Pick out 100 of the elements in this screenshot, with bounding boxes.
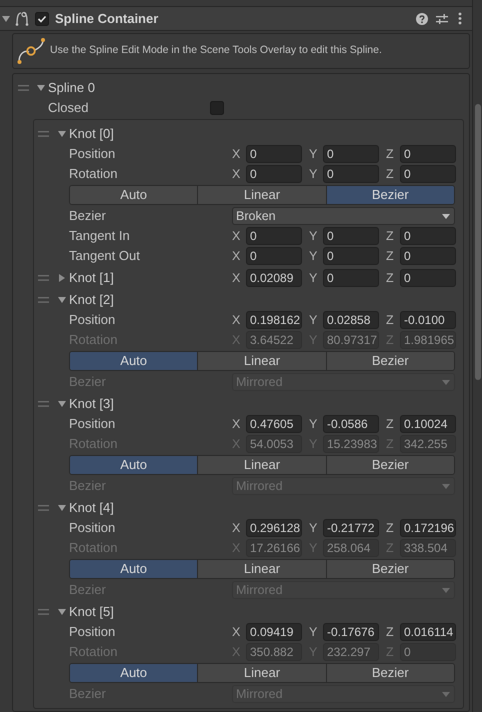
segment-button[interactable]: Bezier bbox=[326, 352, 454, 370]
number-field[interactable]: 0 bbox=[246, 165, 302, 183]
field-label: Position bbox=[69, 311, 116, 330]
axis-label: X bbox=[232, 166, 242, 183]
axis-label: Y bbox=[309, 166, 318, 183]
spline-label[interactable]: Spline 0 bbox=[48, 78, 95, 98]
number-field[interactable]: 0 bbox=[400, 145, 456, 163]
drag-handle-icon[interactable] bbox=[38, 609, 49, 615]
axis-label: X bbox=[232, 416, 242, 433]
number-field[interactable]: 0 bbox=[323, 247, 379, 265]
checkbox[interactable] bbox=[210, 100, 224, 114]
caret-icon bbox=[442, 588, 450, 592]
settings-icon[interactable] bbox=[436, 12, 448, 24]
foldout-icon[interactable] bbox=[58, 130, 66, 138]
number-field[interactable]: 0 bbox=[246, 227, 302, 245]
foldout-icon[interactable] bbox=[58, 400, 66, 408]
number-field[interactable]: 0.016114 bbox=[400, 623, 456, 641]
dropdown[interactable]: Broken bbox=[232, 207, 455, 225]
field-label: Position bbox=[69, 623, 116, 642]
number-field[interactable]: 0 bbox=[400, 165, 456, 183]
foldout-icon[interactable] bbox=[2, 14, 10, 22]
foldout-icon[interactable] bbox=[37, 84, 45, 92]
knot-label[interactable]: Knot [0] bbox=[69, 124, 232, 144]
segment-button[interactable]: Auto bbox=[70, 560, 198, 578]
field-label: Tangent In bbox=[69, 227, 131, 246]
foldout-icon[interactable] bbox=[58, 504, 66, 512]
axis-label: X bbox=[232, 228, 242, 245]
field-label: Rotation bbox=[69, 165, 118, 184]
number-field[interactable]: 0 bbox=[246, 145, 302, 163]
knot-label[interactable]: Knot [4] bbox=[69, 498, 232, 518]
drag-handle-icon[interactable] bbox=[38, 505, 49, 511]
axis-label: Y bbox=[309, 248, 318, 265]
number-field[interactable]: 0 bbox=[400, 227, 456, 245]
caret-icon bbox=[442, 380, 450, 384]
axis-label: Y bbox=[309, 146, 318, 163]
segment-button[interactable]: Linear bbox=[197, 664, 326, 682]
segment-button[interactable]: Auto bbox=[70, 664, 198, 682]
field-label: Closed bbox=[48, 98, 90, 117]
component-title: Spline Container bbox=[55, 10, 158, 28]
checkbox[interactable] bbox=[35, 12, 49, 26]
number-field[interactable]: 0 bbox=[323, 145, 379, 163]
scrollbar-thumb[interactable] bbox=[475, 104, 481, 380]
segment-button[interactable]: Bezier bbox=[326, 664, 454, 682]
axis-label: X bbox=[232, 520, 242, 537]
segment-button[interactable]: Linear bbox=[197, 560, 326, 578]
knot-label[interactable]: Knot [3] bbox=[69, 394, 232, 414]
axis-label: X bbox=[232, 146, 242, 163]
field-label: Position bbox=[69, 145, 116, 164]
foldout-icon[interactable] bbox=[58, 296, 66, 304]
number-field[interactable]: 0 bbox=[323, 269, 379, 287]
segment-button[interactable]: Linear bbox=[197, 456, 326, 474]
drag-handle-icon[interactable] bbox=[38, 131, 49, 137]
number-field[interactable]: -0.0100 bbox=[400, 311, 456, 329]
number-field[interactable]: -0.0586 bbox=[323, 415, 379, 433]
number-field[interactable]: 0 bbox=[323, 165, 379, 183]
axis-label: Y bbox=[309, 312, 318, 329]
number-field[interactable]: 0.02089 bbox=[246, 269, 302, 287]
number-field[interactable]: 0 bbox=[400, 247, 456, 265]
drag-handle-icon[interactable] bbox=[38, 401, 49, 407]
axis-label: Z bbox=[386, 520, 395, 537]
drag-handle-icon[interactable] bbox=[18, 85, 29, 91]
axis-label: Y bbox=[309, 228, 318, 245]
segment-button[interactable]: Bezier bbox=[326, 186, 454, 204]
segment-button[interactable]: Linear bbox=[197, 352, 326, 370]
axis-label: Z bbox=[386, 312, 395, 329]
number-field[interactable]: -0.17676 bbox=[323, 623, 379, 641]
axis-label: X bbox=[232, 270, 242, 287]
number-field[interactable]: 0.296128 bbox=[246, 519, 302, 537]
foldout-icon[interactable] bbox=[58, 608, 66, 616]
drag-handle-icon[interactable] bbox=[38, 275, 49, 281]
spline-icon bbox=[17, 37, 47, 65]
knot-label[interactable]: Knot [5] bbox=[69, 602, 232, 622]
number-field[interactable]: -0.21772 bbox=[323, 519, 379, 537]
axis-label: Z bbox=[386, 228, 395, 245]
axis-label: Z bbox=[386, 146, 395, 163]
number-field[interactable]: 0.47605 bbox=[246, 415, 302, 433]
segment-button[interactable]: Auto bbox=[70, 352, 198, 370]
field-label: Bezier bbox=[69, 207, 107, 226]
axis-label: Y bbox=[309, 416, 318, 433]
more-icon[interactable] bbox=[458, 12, 462, 25]
segment-button[interactable]: Auto bbox=[70, 186, 198, 204]
segment-button[interactable]: Auto bbox=[70, 456, 198, 474]
axis-label: X bbox=[232, 312, 242, 329]
knot-label[interactable]: Knot [1] bbox=[69, 268, 232, 288]
knot-label[interactable]: Knot [2] bbox=[69, 290, 232, 310]
segment-button[interactable]: Bezier bbox=[326, 456, 454, 474]
segment-button[interactable]: Linear bbox=[197, 186, 326, 204]
number-field[interactable]: 0 bbox=[246, 247, 302, 265]
number-field[interactable]: 0.198162 bbox=[246, 311, 302, 329]
number-field[interactable]: 0.10024 bbox=[400, 415, 456, 433]
drag-handle-icon[interactable] bbox=[38, 297, 49, 303]
number-field[interactable]: 0.02858 bbox=[323, 311, 379, 329]
number-field[interactable]: 0.172196 bbox=[400, 519, 456, 537]
foldout-icon[interactable] bbox=[58, 274, 66, 282]
number-field[interactable]: 0 bbox=[323, 227, 379, 245]
number-field[interactable]: 0.09419 bbox=[246, 623, 302, 641]
help-icon[interactable] bbox=[416, 12, 428, 24]
axis-label: Z bbox=[386, 166, 395, 183]
segment-button[interactable]: Bezier bbox=[326, 560, 454, 578]
number-field[interactable]: 0 bbox=[400, 269, 456, 287]
